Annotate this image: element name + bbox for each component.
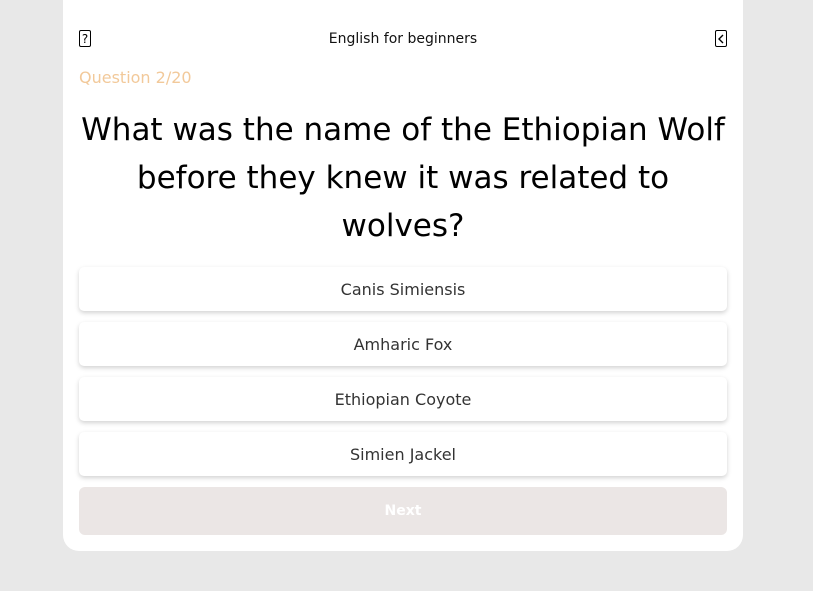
- quiz-header: ? English for beginners: [79, 30, 727, 50]
- next-button[interactable]: Next: [79, 487, 727, 535]
- question-counter: Question 2/20: [79, 68, 192, 87]
- answer-option-1[interactable]: Canis Simiensis: [79, 267, 727, 311]
- answer-option-3[interactable]: Ethiopian Coyote: [79, 377, 727, 421]
- quiz-card: ? English for beginners Question 2/20 Wh…: [63, 0, 743, 551]
- answer-option-4[interactable]: Simien Jackel: [79, 432, 727, 476]
- chevron-left-icon: [718, 34, 724, 43]
- page-title: English for beginners: [328, 31, 478, 47]
- answer-option-2[interactable]: Amharic Fox: [79, 322, 727, 366]
- back-button[interactable]: [715, 30, 727, 47]
- answer-list: Canis Simiensis Amharic Fox Ethiopian Co…: [79, 267, 727, 487]
- question-text: What was the name of the Ethiopian Wolf …: [81, 112, 725, 244]
